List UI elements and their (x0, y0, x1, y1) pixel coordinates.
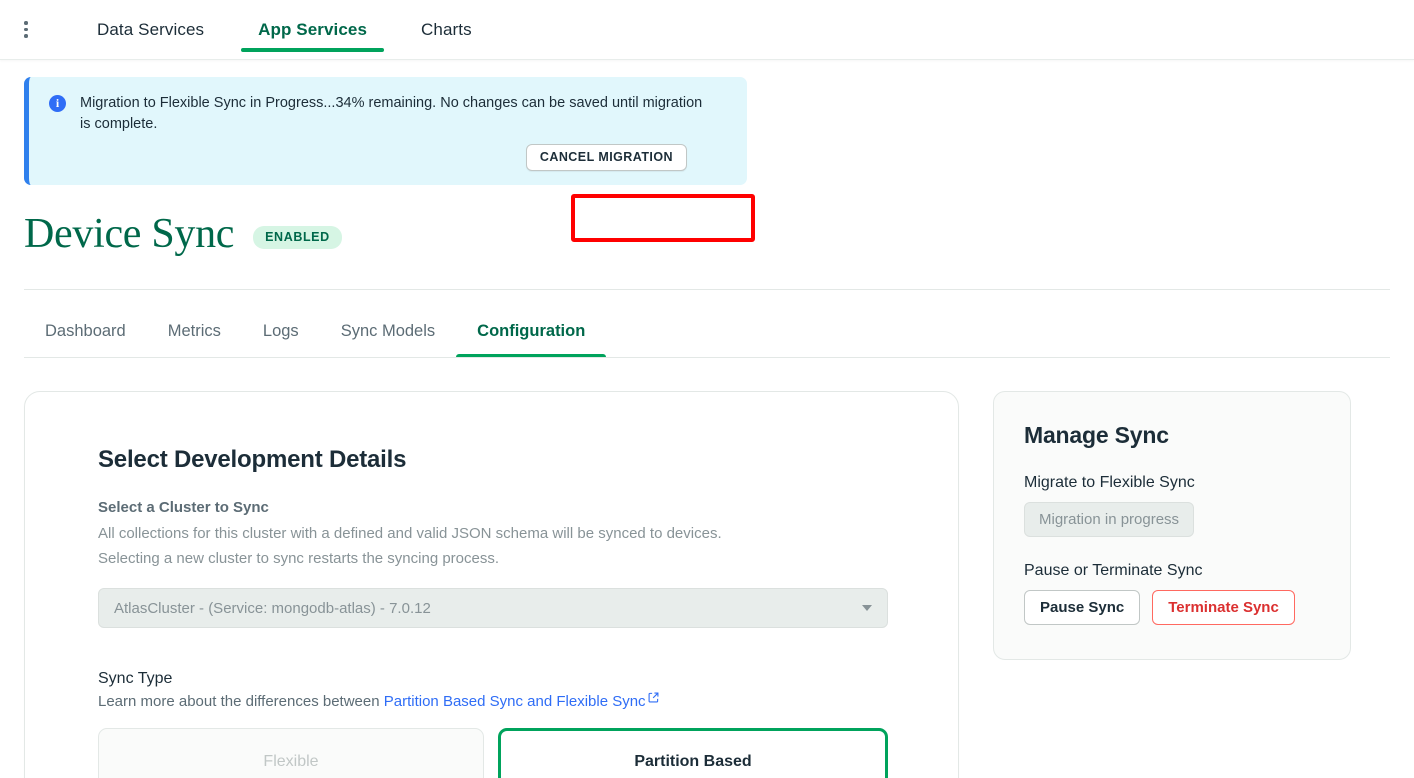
nav-tab-data-services[interactable]: Data Services (70, 0, 231, 59)
nav-tab-label: Charts (421, 20, 472, 40)
kebab-dot (24, 28, 28, 32)
alert-message: Migration to Flexible Sync in Progress..… (80, 93, 705, 135)
terminate-sync-button[interactable]: Terminate Sync (1152, 590, 1295, 625)
alert-body: Migration to Flexible Sync in Progress..… (80, 93, 729, 171)
pause-sync-button[interactable]: Pause Sync (1024, 590, 1140, 625)
alert-actions: CANCEL MIGRATION (80, 144, 729, 171)
sync-type-label: Sync Type (98, 670, 888, 688)
migrate-label: Migrate to Flexible Sync (1024, 474, 1320, 492)
migration-in-progress-button: Migration in progress (1024, 502, 1194, 537)
cluster-field-help: All collections for this cluster with a … (98, 521, 888, 571)
section-tab-label: Configuration (477, 322, 585, 340)
nav-tab-charts[interactable]: Charts (394, 0, 499, 59)
page-title-row: Device Sync ENABLED (24, 213, 1390, 255)
manage-sync-heading: Manage Sync (1024, 422, 1320, 449)
nav-tab-active-underline (241, 48, 384, 52)
sync-type-help-prefix: Learn more about the differences between (98, 693, 384, 710)
kebab-menu-icon[interactable] (6, 10, 46, 50)
title-divider (24, 289, 1390, 290)
migration-alert-banner: i Migration to Flexible Sync in Progress… (24, 77, 747, 185)
section-tab-configuration[interactable]: Configuration (456, 314, 606, 358)
sync-option-partition-based[interactable]: Partition Based (498, 728, 888, 778)
alert-banner-wrapper: i Migration to Flexible Sync in Progress… (24, 77, 1390, 185)
external-link-icon (648, 690, 659, 707)
cluster-select-value: AtlasCluster - (Service: mongodb-atlas) … (114, 600, 431, 617)
kebab-dot (24, 34, 28, 38)
sync-control-buttons: Pause Sync Terminate Sync (1024, 590, 1320, 625)
card-heading: Select Development Details (98, 446, 888, 474)
status-badge: ENABLED (253, 226, 342, 249)
kebab-dot (24, 21, 28, 25)
section-tab-sync-models[interactable]: Sync Models (320, 314, 456, 358)
sync-option-label: Partition Based (634, 753, 751, 771)
section-tab-metrics[interactable]: Metrics (147, 314, 242, 358)
nav-tab-label: Data Services (97, 20, 204, 40)
manage-sync-panel: Manage Sync Migrate to Flexible Sync Mig… (993, 391, 1351, 660)
top-navigation-bar: Data Services App Services Charts (0, 0, 1414, 60)
main-content-area: Select Development Details Select a Clus… (24, 391, 1390, 778)
section-tab-label: Logs (263, 322, 299, 340)
sync-option-label: Flexible (263, 753, 318, 771)
info-icon: i (49, 95, 66, 112)
page-container: i Migration to Flexible Sync in Progress… (0, 77, 1414, 778)
cluster-help-line-1: All collections for this cluster with a … (98, 521, 888, 546)
nav-tab-app-services[interactable]: App Services (231, 0, 394, 59)
section-tabs: Dashboard Metrics Logs Sync Models Confi… (24, 314, 1390, 358)
development-details-card: Select Development Details Select a Clus… (24, 391, 959, 778)
nav-tab-label: App Services (258, 20, 367, 40)
page-title: Device Sync (24, 213, 234, 255)
section-tab-logs[interactable]: Logs (242, 314, 320, 358)
global-nav-tabs: Data Services App Services Charts (70, 0, 499, 59)
cluster-help-line-2: Selecting a new cluster to sync restarts… (98, 546, 888, 571)
sync-docs-link[interactable]: Partition Based Sync and Flexible Sync (384, 693, 646, 710)
section-tab-label: Metrics (168, 322, 221, 340)
cluster-select[interactable]: AtlasCluster - (Service: mongodb-atlas) … (98, 588, 888, 628)
section-tab-label: Dashboard (45, 322, 126, 340)
sync-type-options: Flexible Partition Based (98, 728, 888, 778)
section-tabs-divider (24, 357, 1390, 358)
pause-terminate-label: Pause or Terminate Sync (1024, 562, 1320, 580)
section-tab-label: Sync Models (341, 322, 435, 340)
chevron-down-icon (862, 605, 872, 611)
cancel-migration-button[interactable]: CANCEL MIGRATION (526, 144, 687, 171)
sync-option-flexible[interactable]: Flexible (98, 728, 484, 778)
cluster-field-label: Select a Cluster to Sync (98, 499, 888, 516)
section-tab-dashboard[interactable]: Dashboard (24, 314, 147, 358)
sync-type-help: Learn more about the differences between… (98, 693, 888, 710)
